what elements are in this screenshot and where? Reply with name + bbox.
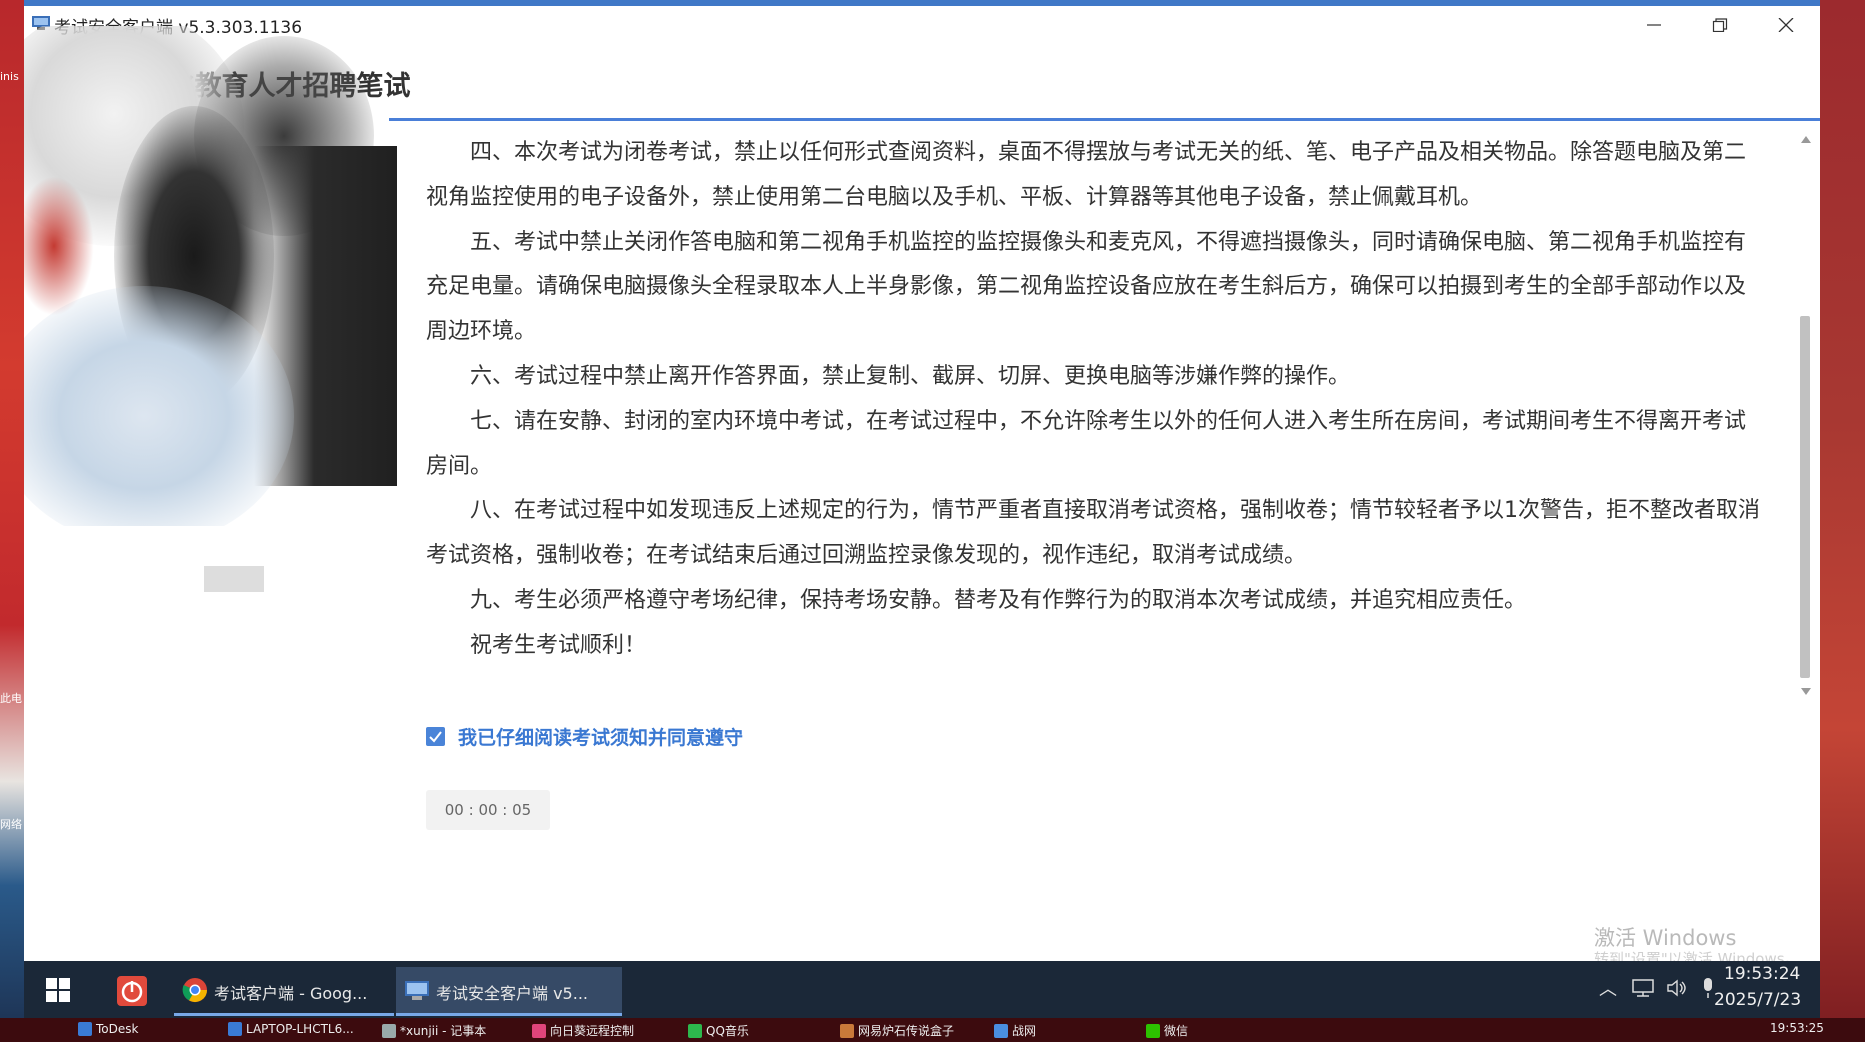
rule-paragraph: 六、考试过程中禁止离开作答界面，禁止复制、截屏、切屏、更换电脑等涉嫌作弊的操作。 [470,363,1351,389]
outer-taskbar: ToDesk LAPTOP-LHCTL6... *xunjii - 记事本 向日… [0,1018,1865,1042]
power-app-icon[interactable] [112,971,152,1011]
exam-client-window: 考试安全客户端 v5.3.303.1136 2025 一化教育人才招聘笔试 四、… [24,6,1820,968]
outer-taskbar-item[interactable]: 网易炉石传说盒子 [840,1022,954,1039]
rule-paragraph: 四、本次考试为闭卷考试，禁止以任何形式查阅资料，桌面不得摆放与考试无关的纸、笔、… [426,140,1747,210]
taskbar: 考试客户端 - Goog... 考试安全客户端 v5... ︿ 19:53:24… [24,961,1820,1018]
rule-paragraph: 五、考试中禁止关闭作答电脑和第二视角手机监控的监控摄像头和麦克风，不得遮挡摄像头… [426,229,1747,345]
rules-scrollbar[interactable] [1798,136,1812,696]
scroll-down-arrow-icon[interactable] [1801,688,1811,695]
exam-client-icon [405,981,429,1000]
chrome-icon [182,978,207,1003]
outer-taskbar-label: 战网 [1012,1024,1037,1038]
taskbar-app-label: 考试客户端 - Goog... [214,984,368,1003]
outer-taskbar-label: QQ音乐 [706,1024,749,1038]
outer-taskbar-label: LAPTOP-LHCTL6... [246,1022,354,1036]
outer-taskbar-label: ToDesk [96,1022,139,1036]
outer-taskbar-item[interactable]: 向日葵远程控制 [532,1022,634,1039]
close-button[interactable] [1766,12,1806,38]
checkbox-checked-icon[interactable] [426,727,445,746]
restore-button[interactable] [1700,12,1740,38]
webcam-preview [24,26,397,526]
agree-label[interactable]: 我已仔细阅读考试须知并同意遵守 [458,723,743,750]
network-icon[interactable] [1632,979,1654,997]
desktop-label: inis [0,70,19,83]
clock-date[interactable]: 2025/7/23 [1714,990,1801,1010]
windows-start-icon[interactable] [46,978,70,1002]
outer-taskbar-label: *xunjii - 记事本 [400,1024,487,1038]
countdown-timer: 00 : 00 : 05 [426,790,550,830]
outer-taskbar-item[interactable]: LAPTOP-LHCTL6... [228,1022,354,1036]
outer-taskbar-label: 微信 [1164,1024,1189,1038]
microphone-icon[interactable] [1701,977,1715,999]
rule-paragraph: 七、请在安静、封闭的室内环境中考试，在考试过程中，不允许除考生以外的任何人进入考… [426,408,1747,479]
taskbar-app-chrome[interactable]: 考试客户端 - Goog... [174,967,394,1016]
outer-taskbar-item[interactable]: *xunjii - 记事本 [382,1022,486,1039]
restore-icon [1712,18,1728,32]
desktop-label: 网络 [0,818,22,831]
volume-icon[interactable] [1666,979,1688,997]
outer-taskbar-label: 向日葵远程控制 [550,1024,635,1038]
outer-desktop-left: inis 此电 网络 [0,0,24,1042]
outer-desktop-right [1820,0,1865,1042]
chevron-up-icon[interactable]: ︿ [1599,975,1617,1001]
desktop-label: 此电 [0,692,22,705]
header-divider [389,118,1820,121]
webcam-artifact [204,566,264,592]
exam-rules: 四、本次考试为闭卷考试，禁止以任何形式查阅资料，桌面不得摆放与考试无关的纸、笔、… [426,131,1766,669]
closing-wish: 祝考生考试顺利！ [470,632,647,658]
scrollbar-thumb[interactable] [1800,316,1810,678]
minimize-button[interactable] [1634,12,1674,38]
outer-taskbar-item[interactable]: ToDesk [78,1022,138,1036]
minimize-icon [1647,24,1661,26]
rule-paragraph: 八、在考试过程中如发现违反上述规定的行为，情节严重者直接取消考试资格，强制收卷；… [426,498,1761,569]
outer-clock-time[interactable]: 19:53:25 [1770,1021,1824,1035]
clock-time[interactable]: 19:53:24 [1724,964,1800,984]
outer-taskbar-item[interactable]: QQ音乐 [688,1022,749,1039]
scroll-up-arrow-icon[interactable] [1801,136,1811,143]
taskbar-app-exam-client[interactable]: 考试安全客户端 v5... [396,967,622,1016]
rule-paragraph: 九、考生必须严格遵守考场纪律，保持考场安静。替考及有作弊行为的取消本次考试成绩，… [470,587,1527,613]
outer-taskbar-item[interactable]: 微信 [1146,1022,1188,1039]
close-icon [1778,18,1794,32]
taskbar-app-label: 考试安全客户端 v5... [436,984,588,1003]
outer-taskbar-item[interactable]: 战网 [994,1022,1036,1039]
outer-taskbar-label: 网易炉石传说盒子 [858,1024,955,1038]
